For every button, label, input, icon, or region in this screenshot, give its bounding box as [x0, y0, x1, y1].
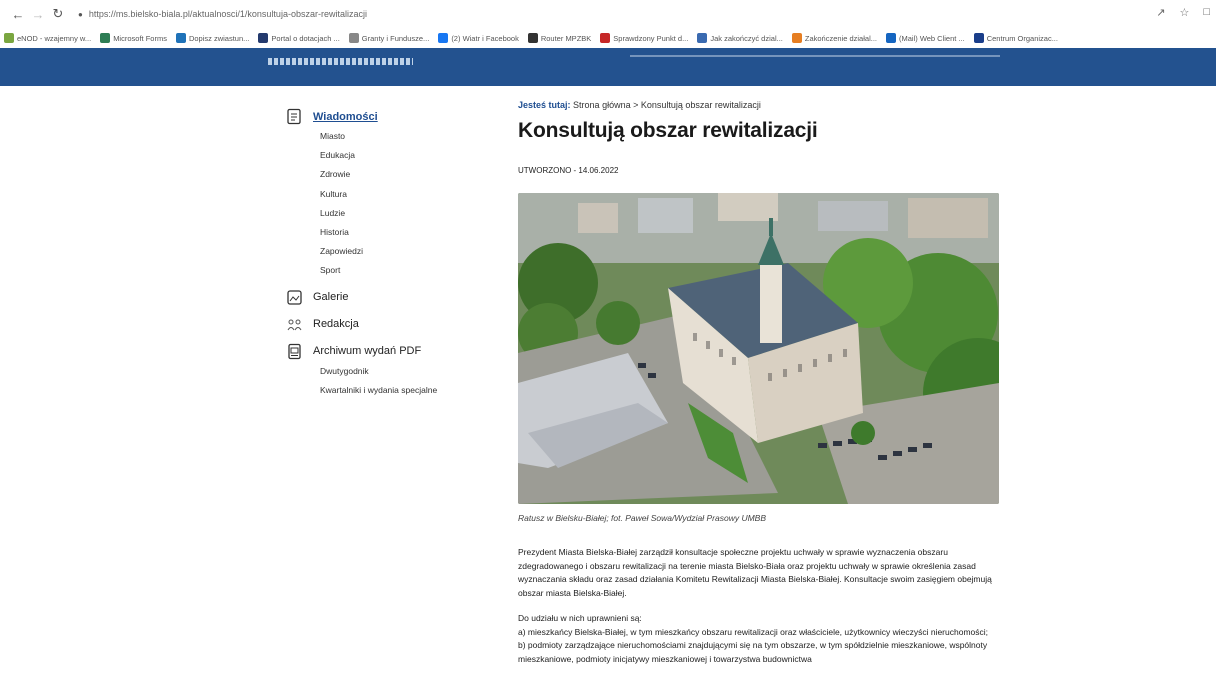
sidebar-subitem[interactable]: Zdrowie: [320, 165, 486, 184]
bookmark-label: Centrum Organizac...: [986, 33, 1058, 43]
bookmark-label: Router MPZBK: [540, 33, 592, 43]
bookmark-label: (2) Wiatr i Facebook: [451, 33, 519, 43]
bookmark-favicon-icon: [4, 33, 14, 43]
article-photo: [518, 193, 999, 504]
bookmark-item[interactable]: eNOD - wzajemny w...: [4, 33, 91, 43]
bookmark-item[interactable]: Zakończenie działal...: [791, 33, 877, 43]
article-header: Jesteś tutaj: Strona główna > Konsultują…: [518, 100, 1078, 175]
site-header: [0, 48, 1216, 86]
sidebar-section[interactable]: Redakcja: [286, 316, 486, 333]
forward-icon[interactable]: →: [28, 7, 48, 22]
bookmark-item[interactable]: Jak zakończyć dzial...: [697, 33, 783, 43]
bookmark-item[interactable]: Granty i Fundusze...: [348, 33, 430, 43]
sidebar-subitem[interactable]: Kwartalniki i wydania specjalne: [320, 381, 486, 400]
sidebar-section[interactable]: Galerie: [286, 289, 486, 306]
bookmark-item[interactable]: Microsoft Forms: [100, 33, 167, 43]
bookmark-favicon-icon: [600, 33, 611, 43]
breadcrumb: Jesteś tutaj: Strona główna > Konsultują…: [518, 100, 1078, 110]
sidebar-section-label[interactable]: Galerie: [313, 291, 348, 303]
sidebar-subitem[interactable]: Sport: [320, 261, 486, 280]
bookmark-label: (Mail) Web Client ...: [898, 33, 965, 43]
news-icon: [286, 108, 303, 125]
sidebar-section[interactable]: Wiadomości: [286, 108, 486, 125]
bookmark-item[interactable]: (2) Wiatr i Facebook: [438, 33, 519, 43]
article-paragraph: Do udziału w nich uprawnieni są:: [518, 612, 642, 623]
sidebar-subitem[interactable]: Historia: [320, 223, 486, 242]
bookmark-favicon-icon: [885, 33, 896, 43]
sidebar-nav: Wiadomości Miasto Edukacja Zdrowie Kultura Lu…: [286, 108, 486, 408]
sidebar-subitem[interactable]: Dwutygodnik: [320, 362, 486, 381]
breadcrumb-label: Jesteś tutaj:: [518, 100, 571, 110]
created-date: UTWORZONO - 14.06.2022: [518, 166, 619, 175]
sidebar-subitem[interactable]: Miasto: [320, 127, 486, 146]
sidebar-section-label[interactable]: Redakcja: [313, 318, 359, 330]
bookmark-favicon-icon: [175, 33, 186, 43]
sidebar-section-label[interactable]: Wiadomości: [313, 111, 378, 123]
bookmark-item[interactable]: Centrum Organizac...: [973, 33, 1058, 43]
breadcrumb-path[interactable]: Strona główna > Konsultują obszar rewita…: [573, 100, 761, 110]
bookmark-favicon-icon: [348, 33, 359, 43]
article-body: Prezydent Miasta Bielska-Białej zarządzi…: [518, 546, 998, 667]
header-divider: [630, 55, 1000, 57]
back-icon[interactable]: ←: [8, 7, 28, 22]
bookmark-label: Zakończenie działal...: [804, 33, 877, 43]
sidebar-section[interactable]: Archiwum wydań PDF: [286, 343, 486, 360]
gallery-icon: [286, 289, 303, 306]
address-bar[interactable]: ● https://ms.bielsko-biala.pl/aktualnosc…: [78, 9, 367, 19]
bookmark-label: Granty i Fundusze...: [361, 33, 430, 43]
article-paragraph: a) mieszkańcy Bielska-Białej, w tym mies…: [518, 626, 989, 637]
bookmark-item[interactable]: (Mail) Web Client ...: [885, 33, 965, 43]
bookmarks-bar: eNOD - wzajemny w... Microsoft Forms Dopis…: [0, 28, 1216, 48]
share-icon[interactable]: ↗: [1156, 6, 1165, 19]
reload-icon[interactable]: ↻: [48, 6, 68, 22]
bookmark-favicon-icon: [791, 33, 802, 43]
bookmark-label: Dopisz zwiastun...: [188, 33, 250, 43]
bookmark-label: Portal o dotacjach ...: [271, 33, 340, 43]
bookmark-label: Jak zakończyć dzial...: [710, 33, 783, 43]
pdf-archive-icon: [286, 343, 303, 360]
bookmark-favicon-icon: [973, 33, 984, 43]
url-text: https://ms.bielsko-biala.pl/aktualnosci/…: [88, 9, 367, 19]
sidebar-subitem[interactable]: Zapowiedzi: [320, 242, 486, 261]
bookmark-item[interactable]: Router MPZBK: [527, 33, 592, 43]
bookmark-favicon-icon: [697, 33, 708, 43]
bookmark-item[interactable]: Dopisz zwiastun...: [175, 33, 250, 43]
browser-toolbar: ← → ↻ ● https://ms.bielsko-biala.pl/aktu…: [0, 0, 1216, 28]
page-title: Konsultują obszar rewitalizacji: [518, 119, 818, 142]
site-logo[interactable]: [268, 58, 413, 65]
bookmark-item[interactable]: Portal o dotacjach ...: [258, 33, 340, 43]
lock-icon: ●: [78, 9, 83, 19]
window-icon[interactable]: □: [1203, 6, 1210, 19]
bookmark-favicon-icon: [100, 33, 111, 43]
bookmark-label: eNOD - wzajemny w...: [17, 33, 92, 43]
team-icon: [286, 316, 303, 333]
bookmark-favicon-icon: [258, 33, 269, 43]
sidebar-subitem[interactable]: Kultura: [320, 185, 486, 204]
sidebar-section-label[interactable]: Archiwum wydań PDF: [313, 345, 421, 357]
sidebar-subitem[interactable]: Ludzie: [320, 204, 486, 223]
star-icon[interactable]: ☆: [1179, 6, 1189, 19]
bookmark-favicon-icon: [527, 33, 538, 43]
photo-caption: Ratusz w Bielsku-Białej; fot. Paweł Sowa…: [518, 513, 766, 523]
article-paragraph: Prezydent Miasta Bielska-Białej zarządzi…: [518, 547, 992, 599]
bookmark-favicon-icon: [438, 33, 449, 43]
sidebar-subitem[interactable]: Edukacja: [320, 146, 486, 165]
bookmark-item[interactable]: Sprawdzony Punkt d...: [600, 33, 688, 43]
article-paragraph: b) podmioty zarządzające nieruchomościam…: [518, 640, 988, 664]
bookmark-label: Microsoft Forms: [113, 33, 167, 43]
bookmark-label: Sprawdzony Punkt d...: [613, 33, 689, 43]
